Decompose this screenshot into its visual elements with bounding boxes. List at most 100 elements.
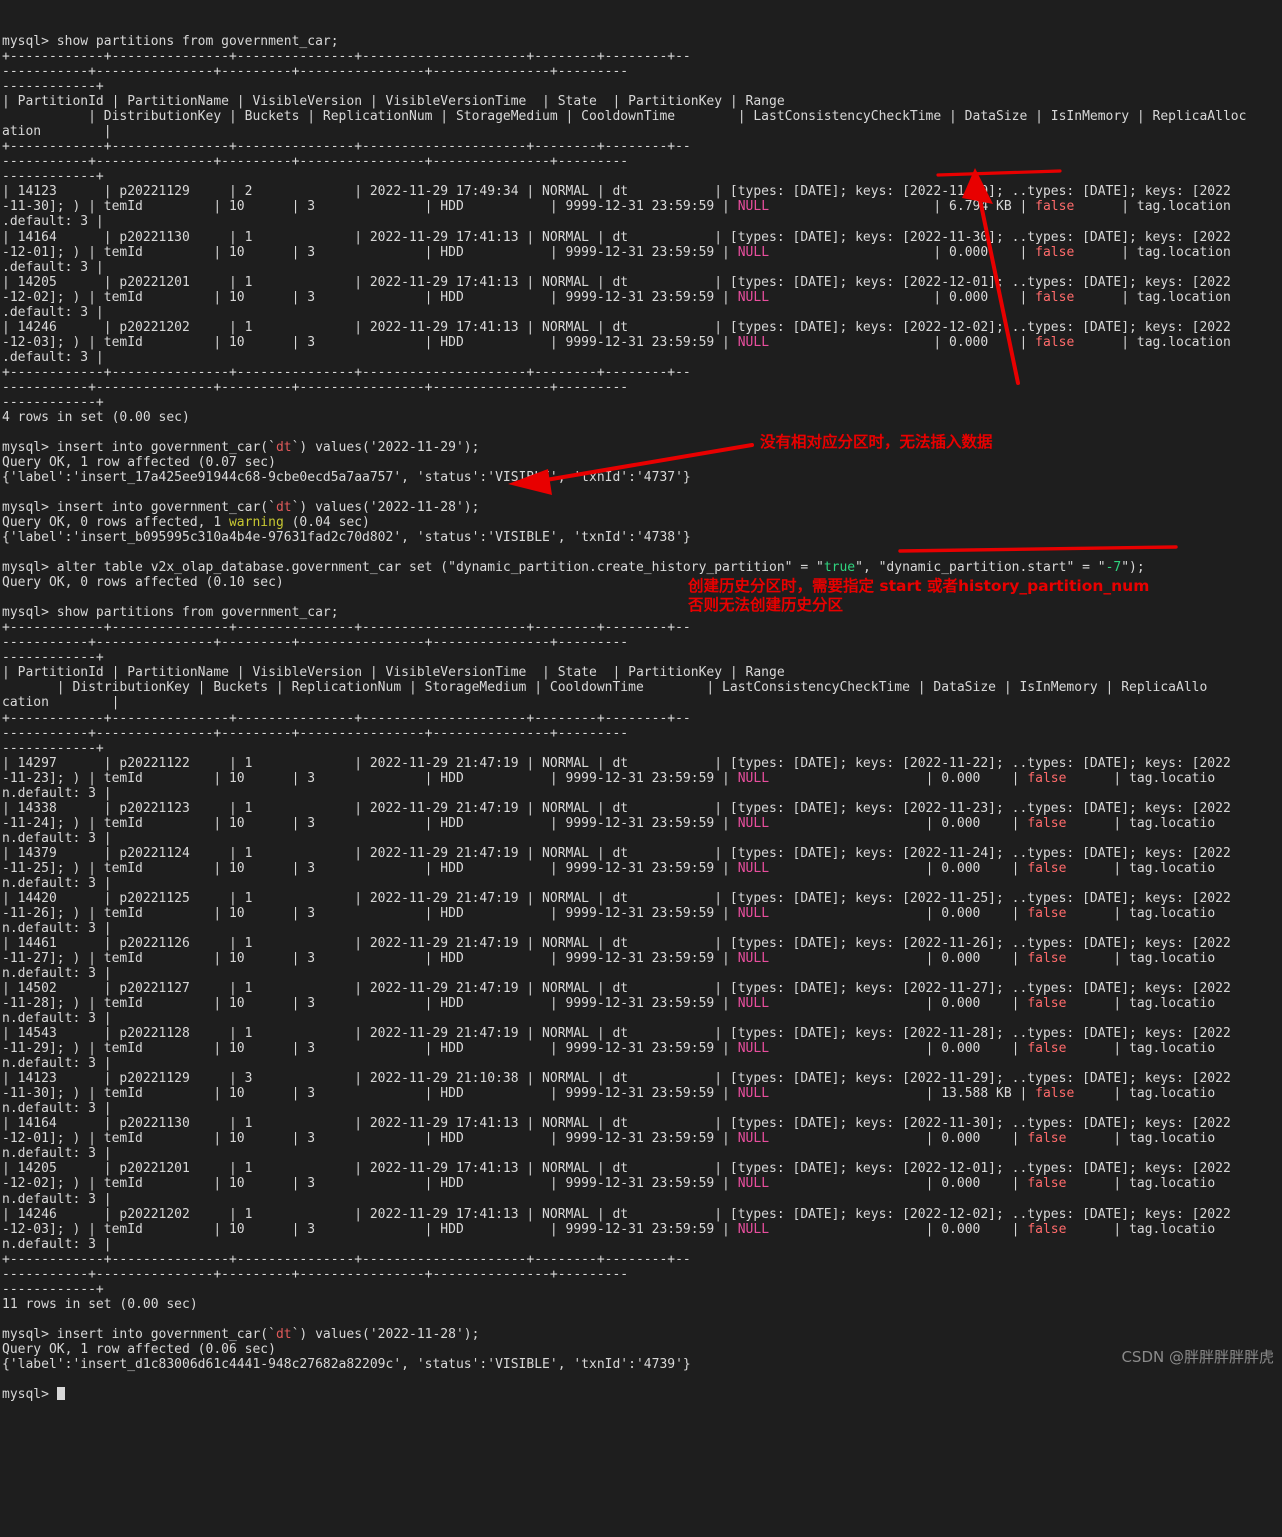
- terminal-text: false: [1027, 815, 1067, 831]
- terminal-text: .default: 3 |: [2, 349, 104, 365]
- terminal-text: dt: [275, 1326, 292, 1342]
- terminal-line: -----------+---------------+---------+--…: [2, 154, 1282, 169]
- terminal-text: | tag.locatio: [1066, 770, 1216, 786]
- terminal-text: NULL: [737, 1221, 770, 1237]
- terminal-line: n.default: 3 |: [2, 1056, 1282, 1071]
- terminal-text: | 0.000 |: [769, 289, 1036, 305]
- terminal-text: n.default: 3 |: [2, 830, 112, 846]
- terminal-line: .default: 3 |: [2, 350, 1282, 365]
- terminal-line: 4 rows in set (0.00 sec): [2, 410, 1282, 425]
- terminal-line: | 14338 | p20221123 | 1 | 2022-11-29 21:…: [2, 801, 1282, 816]
- terminal-line: | 14205 | p20221201 | 1 | 2022-11-29 17:…: [2, 275, 1282, 290]
- terminal-text: | 0.000 |: [769, 244, 1036, 260]
- terminal-line: n.default: 3 |: [2, 1146, 1282, 1161]
- terminal-text: ------------+: [2, 169, 104, 185]
- terminal-text: | 6.794 KB |: [769, 199, 1036, 215]
- terminal-text: | tag.locatio: [1066, 860, 1216, 876]
- terminal-text: -11-28]; ) | temId | 10 | 3 | HDD | 9999…: [2, 996, 738, 1012]
- terminal-cursor[interactable]: [56, 1386, 65, 1400]
- terminal-text: | tag.location: [1074, 244, 1231, 260]
- terminal-line: -----------+---------------+---------+--…: [2, 1267, 1282, 1282]
- terminal-text: NULL: [737, 1086, 770, 1102]
- terminal-text: n.default: 3 |: [2, 785, 112, 801]
- terminal-window[interactable]: mysql> show partitions from government_c…: [0, 0, 1282, 1402]
- terminal-text: NULL: [737, 860, 770, 876]
- terminal-line: | 14164 | p20221130 | 1 | 2022-11-29 17:…: [2, 230, 1282, 245]
- terminal-text: NULL: [737, 770, 770, 786]
- terminal-text: Query OK, 1 row affected (0.06 sec): [2, 1341, 276, 1357]
- terminal-line: -12-03]; ) | temId | 10 | 3 | HDD | 9999…: [2, 1222, 1282, 1237]
- terminal-text: false: [1035, 289, 1075, 305]
- terminal-text: false: [1027, 1221, 1067, 1237]
- terminal-text: cation |: [2, 695, 120, 711]
- terminal-text: | 14420 | p20221125 | 1 | 2022-11-29 21:…: [2, 890, 1231, 906]
- terminal-line: | 14502 | p20221127 | 1 | 2022-11-29 21:…: [2, 981, 1282, 996]
- terminal-text: n.default: 3 |: [2, 875, 112, 891]
- terminal-line: -11-30]; ) | temId | 10 | 3 | HDD | 9999…: [2, 199, 1282, 214]
- terminal-line: -----------+---------------+---------+--…: [2, 380, 1282, 395]
- terminal-text: | tag.location: [1074, 289, 1231, 305]
- terminal-line: n.default: 3 |: [2, 1011, 1282, 1026]
- terminal-text: +------------+---------------+----------…: [2, 364, 691, 380]
- terminal-text: | 14205 | p20221201 | 1 | 2022-11-29 17:…: [2, 1161, 1231, 1177]
- terminal-line: ------------+: [2, 1282, 1282, 1297]
- terminal-line: -----------+---------------+---------+--…: [2, 726, 1282, 741]
- terminal-line: mysql> show partitions from government_c…: [2, 605, 1282, 620]
- terminal-line: -12-02]; ) | temId | 10 | 3 | HDD | 9999…: [2, 1176, 1282, 1191]
- terminal-line: -11-29]; ) | temId | 10 | 3 | HDD | 9999…: [2, 1041, 1282, 1056]
- terminal-line: +------------+---------------+----------…: [2, 711, 1282, 726]
- terminal-text: -----------+---------------+---------+--…: [2, 154, 629, 170]
- terminal-text: mysql> show partitions from government_c…: [2, 34, 339, 50]
- terminal-line: cation |: [2, 695, 1282, 710]
- terminal-text: false: [1027, 860, 1067, 876]
- annotation-note-2-line-1: 创建历史分区时，需要指定 start 或者history_partition_n…: [688, 577, 1150, 595]
- terminal-text: mysql> insert into government_car(`: [2, 1326, 276, 1342]
- terminal-text: | tag.locatio: [1066, 1221, 1216, 1237]
- terminal-text: | tag.locatio: [1066, 996, 1216, 1012]
- terminal-line: ------------+: [2, 650, 1282, 665]
- terminal-text: NULL: [737, 289, 770, 305]
- terminal-text: -----------+---------------+---------+--…: [2, 64, 629, 80]
- terminal-text: | 14297 | p20221122 | 1 | 2022-11-29 21:…: [2, 755, 1231, 771]
- terminal-line: mysql> insert into government_car(`dt`) …: [2, 500, 1282, 515]
- terminal-text: NULL: [737, 1041, 770, 1057]
- terminal-text: +------------+---------------+----------…: [2, 49, 691, 65]
- terminal-text: | 14543 | p20221128 | 1 | 2022-11-29 21:…: [2, 1026, 1231, 1042]
- terminal-text: -----------+---------------+---------+--…: [2, 635, 629, 651]
- terminal-line: .default: 3 |: [2, 214, 1282, 229]
- terminal-text: false: [1027, 1041, 1067, 1057]
- terminal-text: | 0.000 |: [769, 334, 1036, 350]
- terminal-text: false: [1027, 770, 1067, 786]
- terminal-line: mysql> alter table v2x_olap_database.gov…: [2, 560, 1282, 575]
- terminal-line: -11-27]; ) | temId | 10 | 3 | HDD | 9999…: [2, 951, 1282, 966]
- terminal-line: n.default: 3 |: [2, 1192, 1282, 1207]
- terminal-text: | 0.000 |: [769, 815, 1028, 831]
- terminal-line: | 14543 | p20221128 | 1 | 2022-11-29 21:…: [2, 1026, 1282, 1041]
- terminal-line: +------------+---------------+----------…: [2, 620, 1282, 635]
- terminal-text: NULL: [737, 1176, 770, 1192]
- terminal-text: | tag.location: [1074, 199, 1231, 215]
- terminal-line: n.default: 3 |: [2, 1237, 1282, 1252]
- terminal-text: -11-30]; ) | temId | 10 | 3 | HDD | 9999…: [2, 199, 738, 215]
- terminal-text: +------------+---------------+----------…: [2, 139, 691, 155]
- annotation-note-1: 没有相对应分区时，无法插入数据: [760, 433, 993, 451]
- terminal-line: Query OK, 1 row affected (0.07 sec): [2, 455, 1282, 470]
- terminal-line: | DistributionKey | Buckets | Replicatio…: [2, 109, 1282, 124]
- terminal-text: false: [1035, 244, 1075, 260]
- terminal-text: | tag.locatio: [1066, 815, 1216, 831]
- terminal-text: | tag.locatio: [1066, 905, 1216, 921]
- terminal-line: Query OK, 0 rows affected, 1 warning (0.…: [2, 515, 1282, 530]
- terminal-text: | 14123 | p20221129 | 3 | 2022-11-29 21:…: [2, 1071, 1231, 1087]
- terminal-line: n.default: 3 |: [2, 921, 1282, 936]
- terminal-text: 4 rows in set (0.00 sec): [2, 409, 190, 425]
- terminal-text: ------------+: [2, 650, 104, 666]
- terminal-line: -12-02]; ) | temId | 10 | 3 | HDD | 9999…: [2, 290, 1282, 305]
- terminal-line: | PartitionId | PartitionName | VisibleV…: [2, 94, 1282, 109]
- terminal-line: ation |: [2, 124, 1282, 139]
- terminal-line: ------------+: [2, 395, 1282, 410]
- terminal-text: `) values('2022-11-28');: [291, 1326, 480, 1342]
- terminal-text: -12-03]; ) | temId | 10 | 3 | HDD | 9999…: [2, 334, 738, 350]
- terminal-text: | 14502 | p20221127 | 1 | 2022-11-29 21:…: [2, 981, 1231, 997]
